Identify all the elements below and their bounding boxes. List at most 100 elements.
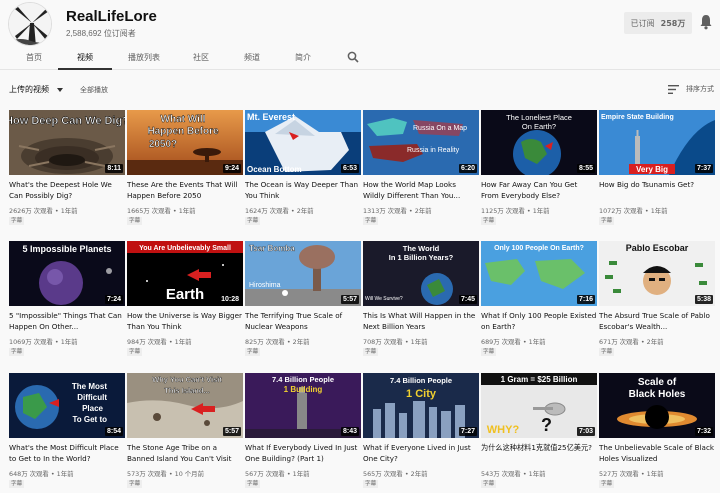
video-thumbnail[interactable]: 1 Gram = $25 Billion WHY? ? 7:03 [481, 373, 597, 438]
sort-button[interactable]: 排序方式 [686, 84, 714, 94]
svg-text:Scale of: Scale of [638, 377, 677, 388]
channel-tabs: 首页 视频 播放列表 社区 频道 简介 [0, 46, 720, 70]
video-title[interactable]: The Stone Age Tribe on a Banned Island Y… [127, 443, 243, 464]
video-meta: 1125万 次观看 • 1年前 [481, 206, 550, 215]
video-title[interactable]: How Far Away Can You Get From Everybody … [481, 180, 597, 201]
video-thumbnail[interactable]: You Are Unbelievably Small Earth 10:28 [127, 241, 243, 306]
sort-icon[interactable] [668, 85, 679, 94]
video-thumbnail[interactable]: Empire State Building Very Big 7:37 [599, 110, 715, 175]
video-duration: 10:28 [219, 295, 241, 304]
video-title[interactable]: How the Universe is Way Bigger Than You … [127, 311, 243, 332]
bell-icon[interactable] [699, 14, 713, 30]
video-title[interactable]: What If Only 100 People Existed on Earth… [481, 311, 597, 332]
video-thumbnail[interactable]: 7.4 Billion People 1 Building 8:43 [245, 373, 361, 438]
tab-videos[interactable]: 视频 [77, 52, 93, 63]
video-duration: 5:57 [341, 295, 359, 304]
thumb-text: What Will [161, 114, 206, 125]
video-thumbnail[interactable]: Only 100 People On Earth? 7:16 [481, 241, 597, 306]
video-meta: 689万 次观看 • 1年前 [481, 337, 545, 346]
video-thumbnail[interactable]: What Will Happen Before 2050? 9:24 [127, 110, 243, 175]
svg-text:Difficult: Difficult [77, 393, 107, 402]
video-title[interactable]: These Are the Events That Will Happen Be… [127, 180, 243, 201]
video-meta: 543万 次观看 • 1年前 [481, 469, 545, 478]
video-thumbnail[interactable]: How Deep Can We Dig? 8:11 [9, 110, 125, 175]
video-duration: 7:45 [459, 295, 477, 304]
video-thumbnail[interactable]: The World In 1 Billion Years? Will We Su… [363, 241, 479, 306]
caption-badge: 字幕 [599, 217, 614, 225]
video-meta: 671万 次观看 • 2年前 [599, 337, 663, 346]
video-thumbnail[interactable]: Mt. Everest Ocean Bottom 6:53 [245, 110, 361, 175]
svg-text:To Get to: To Get to [72, 415, 107, 424]
svg-text:Ocean Bottom: Ocean Bottom [247, 165, 302, 174]
video-thumbnail[interactable]: Why You Can't Visit This Island... 5:57 [127, 373, 243, 438]
svg-text:In 1 Billion Years?: In 1 Billion Years? [389, 253, 454, 262]
svg-text:1 Gram = $25 Billion: 1 Gram = $25 Billion [501, 375, 578, 384]
video-thumbnail[interactable]: Tsar Bomba Hiroshima 5:57 [245, 241, 361, 306]
subscriber-count: 2,588,692 位订阅者 [66, 28, 136, 39]
svg-text:Russia in Reality: Russia in Reality [407, 147, 460, 154]
svg-text:1 Building: 1 Building [284, 385, 323, 394]
channel-avatar[interactable] [8, 2, 52, 46]
video-duration: 5:57 [223, 427, 241, 436]
subscribe-label: 已订阅 [631, 18, 655, 29]
caption-badge: 字幕 [245, 480, 260, 488]
video-duration: 8:43 [341, 427, 359, 436]
video-duration: 6:20 [459, 164, 477, 173]
svg-text:Place: Place [82, 404, 103, 413]
caption-badge: 字幕 [599, 348, 614, 356]
video-thumbnail[interactable]: Russia On a Map Russia in Reality 6:20 [363, 110, 479, 175]
active-tab-indicator [58, 68, 112, 70]
video-title[interactable]: 5 "Impossible" Things That Can Happen On… [9, 311, 125, 332]
subscribe-count: 258万 [661, 18, 686, 29]
svg-text:Happen Before: Happen Before [147, 126, 219, 137]
svg-text:Russia On a Map: Russia On a Map [413, 125, 467, 132]
video-meta: 527万 次观看 • 1年前 [599, 469, 663, 478]
svg-text:Mt. Everest: Mt. Everest [247, 112, 295, 122]
video-thumbnail[interactable]: Scale of Black Holes 7:32 [599, 373, 715, 438]
video-meta: 1665万 次观看 • 1年前 [127, 206, 196, 215]
video-title[interactable]: What If Everybody Lived In Just One Buil… [245, 443, 361, 464]
video-meta: 573万 次观看 • 10 个月前 [127, 469, 204, 478]
svg-text:This Island...: This Island... [164, 386, 209, 395]
video-title[interactable]: What if Everyone Lived in Just One City? [363, 443, 479, 464]
tab-channels[interactable]: 频道 [244, 52, 260, 63]
subscribe-button[interactable]: 已订阅 258万 [624, 12, 692, 34]
video-title[interactable]: How the World Map Looks Wildly Different… [363, 180, 479, 201]
video-meta: 1069万 次观看 • 1年前 [9, 337, 78, 346]
video-meta: 2626万 次观看 • 1年前 [9, 206, 78, 215]
play-all-button[interactable]: 全部播放 [80, 85, 108, 95]
video-meta: 1624万 次观看 • 2年前 [245, 206, 314, 215]
video-title[interactable]: How Big do Tsunamis Get? [599, 180, 715, 191]
uploads-dropdown[interactable]: 上传的视频 [9, 84, 49, 95]
caption-badge: 字幕 [363, 480, 378, 488]
video-title[interactable]: 为什么这种材料1克就值25亿美元? [481, 443, 597, 454]
video-thumbnail[interactable]: Pablo Escobar 5:38 [599, 241, 715, 306]
video-title[interactable]: What's the Most Difficult Place to Get t… [9, 443, 125, 464]
video-title[interactable]: The Unbelievable Scale of Black Holes Vi… [599, 443, 715, 464]
search-icon[interactable] [347, 51, 359, 63]
video-title[interactable]: This Is What Will Happen in the Next Bil… [363, 311, 479, 332]
tab-about[interactable]: 简介 [295, 52, 311, 63]
video-thumbnail[interactable]: The Most Difficult Place To Get to 8:54 [9, 373, 125, 438]
video-title[interactable]: The Absurd True Scale of Pablo Escobar's… [599, 311, 715, 332]
svg-text:Earth: Earth [166, 286, 204, 303]
tab-playlists[interactable]: 播放列表 [128, 52, 160, 63]
caption-badge: 字幕 [245, 348, 260, 356]
tab-community[interactable]: 社区 [193, 52, 209, 63]
svg-text:Very Big: Very Big [636, 165, 668, 174]
caption-badge: 字幕 [9, 480, 24, 488]
svg-text:5 Impossible Planets: 5 Impossible Planets [22, 244, 111, 254]
caption-badge: 字幕 [599, 480, 614, 488]
tab-home[interactable]: 首页 [26, 52, 42, 63]
video-title[interactable]: The Terrifying True Scale of Nuclear Wea… [245, 311, 361, 332]
video-duration: 5:38 [695, 295, 713, 304]
video-duration: 7:27 [459, 427, 477, 436]
video-thumbnail[interactable]: The Loneliest Place On Earth? 8:55 [481, 110, 597, 175]
svg-text:Hiroshima: Hiroshima [249, 282, 281, 289]
video-thumbnail[interactable]: 5 Impossible Planets 7:24 [9, 241, 125, 306]
caption-badge: 字幕 [363, 217, 378, 225]
video-title[interactable]: The Ocean is Way Deeper Than You Think [245, 180, 361, 201]
video-title[interactable]: What's the Deepest Hole We Can Possibly … [9, 180, 125, 201]
video-thumbnail[interactable]: 7.4 Billion People 1 City 7:27 [363, 373, 479, 438]
dropdown-arrow-icon[interactable] [57, 88, 63, 92]
